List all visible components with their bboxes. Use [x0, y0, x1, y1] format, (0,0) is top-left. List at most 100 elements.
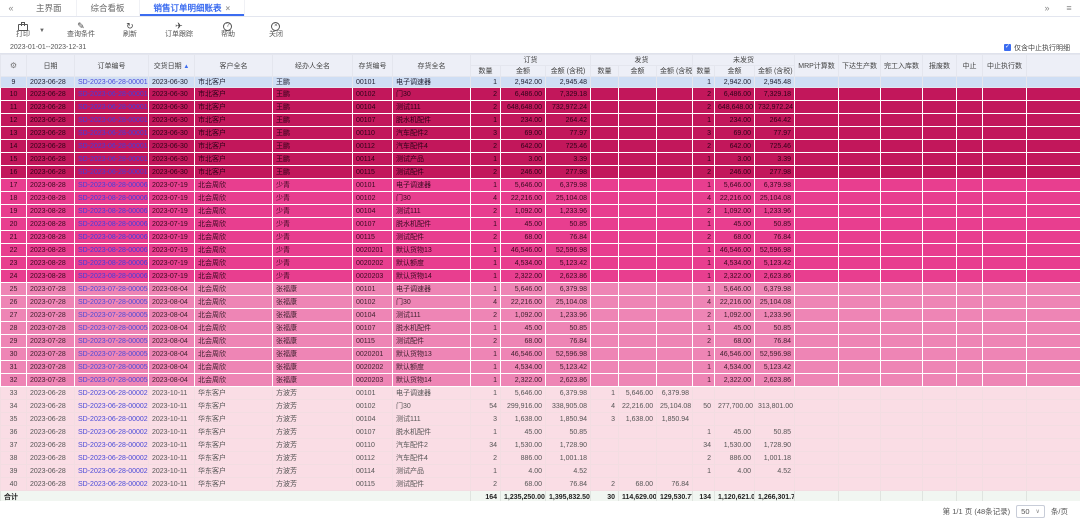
order-link[interactable]: SD-2023-07-28-00005	[78, 286, 148, 293]
table-row[interactable]: 382023-06-28SD-2023-06-28-000022023-10-1…	[1, 452, 1080, 465]
column-header-报废数[interactable]: 报废数	[923, 55, 957, 77]
order-link[interactable]: SD-2023-08-28-00006	[78, 208, 148, 215]
table-row[interactable]: 182023-08-28SD-2023-08-28-000062023-07-1…	[1, 192, 1080, 205]
table-row[interactable]: 92023-06-28SD-2023-06-28-000012023-06-30…	[1, 77, 1080, 88]
order-link[interactable]: SD-2023-06-28-00002	[78, 416, 148, 423]
table-row[interactable]: 142023-06-28SD-2023-06-28-000012023-06-3…	[1, 140, 1080, 153]
column-header-交货日期[interactable]: 交货日期 ▲	[149, 55, 195, 77]
print-dropdown-icon[interactable]: ▼	[39, 28, 45, 34]
table-row[interactable]: 172023-08-28SD-2023-08-28-000062023-07-1…	[1, 179, 1080, 192]
tab-list-menu-icon[interactable]: ≡	[1058, 0, 1080, 16]
table-row[interactable]: 232023-08-28SD-2023-08-28-000062023-07-1…	[1, 257, 1080, 270]
toolbar-button-send[interactable]: ✈订单跟踪	[165, 21, 193, 40]
table-row[interactable]: 292023-07-28SD-2023-07-28-000052023-08-0…	[1, 335, 1080, 348]
tab-2[interactable]: 综合看板	[77, 0, 140, 16]
table-row[interactable]: 112023-06-28SD-2023-06-28-000012023-06-3…	[1, 101, 1080, 114]
order-link[interactable]: SD-2023-08-28-00006	[78, 260, 148, 267]
column-header-中止执行数[interactable]: 中止执行数	[983, 55, 1027, 77]
collapse-tabs-icon[interactable]: «	[0, 0, 22, 16]
table-row[interactable]: 102023-06-28SD-2023-06-28-000012023-06-3…	[1, 88, 1080, 101]
tab-close-icon[interactable]: ×	[226, 4, 231, 13]
subcolumn-header-未发货-金额 (含税)[interactable]: 金额 (含税)	[755, 66, 795, 77]
subcolumn-header-订货-数量[interactable]: 数量	[471, 66, 501, 77]
table-row[interactable]: 312023-07-28SD-2023-07-28-000052023-08-0…	[1, 361, 1080, 374]
column-header-经办人全名[interactable]: 经办人全名	[273, 55, 353, 77]
table-row[interactable]: 332023-06-28SD-2023-06-28-000022023-10-1…	[1, 387, 1080, 400]
order-link[interactable]: SD-2023-06-28-00001	[78, 117, 148, 124]
subcolumn-header-未发货-数量[interactable]: 数量	[693, 66, 715, 77]
order-link[interactable]: SD-2023-07-28-00005	[78, 299, 148, 306]
order-link[interactable]: SD-2023-06-28-00002	[78, 481, 148, 488]
column-header-完工入库数[interactable]: 完工入库数	[881, 55, 923, 77]
order-link[interactable]: SD-2023-08-28-00006	[78, 182, 148, 189]
table-row[interactable]: 222023-08-28SD-2023-08-28-000062023-07-1…	[1, 244, 1080, 257]
sort-asc-icon[interactable]: ▲	[182, 64, 190, 70]
table-row[interactable]: 362023-06-28SD-2023-06-28-000022023-10-1…	[1, 426, 1080, 439]
subcolumn-header-发货-金额[interactable]: 金额	[619, 66, 657, 77]
order-link[interactable]: SD-2023-06-28-00001	[78, 156, 148, 163]
table-row[interactable]: 272023-07-28SD-2023-07-28-000052023-08-0…	[1, 309, 1080, 322]
order-link[interactable]: SD-2023-06-28-00002	[78, 390, 148, 397]
column-header-MRP计算数[interactable]: MRP计算数	[795, 55, 839, 77]
table-row[interactable]: 202023-08-28SD-2023-08-28-000062023-07-1…	[1, 218, 1080, 231]
order-link[interactable]: SD-2023-06-28-00001	[78, 104, 148, 111]
table-row[interactable]: 392023-06-28SD-2023-06-28-000022023-10-1…	[1, 465, 1080, 478]
order-link[interactable]: SD-2023-06-28-00001	[78, 143, 148, 150]
subcolumn-header-订货-金额 (含税)[interactable]: 金额 (含税)	[546, 66, 591, 77]
subcolumn-header-订货-金额[interactable]: 金额	[501, 66, 546, 77]
tab-3[interactable]: 销售订单明细账表×	[140, 0, 246, 16]
column-header-存货全名[interactable]: 存货全名	[393, 55, 471, 77]
order-link[interactable]: SD-2023-06-28-00001	[78, 79, 148, 86]
toolbar-button-refresh[interactable]: ↻刷新	[117, 21, 143, 40]
gear-icon[interactable]: ⚙	[10, 61, 17, 70]
table-row[interactable]: 192023-08-28SD-2023-08-28-000062023-07-1…	[1, 205, 1080, 218]
table-row[interactable]: 152023-06-28SD-2023-06-28-000012023-06-3…	[1, 153, 1080, 166]
table-row[interactable]: 262023-07-28SD-2023-07-28-000052023-08-0…	[1, 296, 1080, 309]
order-link[interactable]: SD-2023-06-28-00002	[78, 442, 148, 449]
column-header-存货编号[interactable]: 存货编号	[353, 55, 393, 77]
order-link[interactable]: SD-2023-07-28-00005	[78, 364, 148, 371]
toolbar-button-close[interactable]: ×关闭	[263, 22, 289, 40]
subcolumn-header-发货-数量[interactable]: 数量	[591, 66, 619, 77]
subcolumn-header-未发货-金额[interactable]: 金额	[715, 66, 755, 77]
order-link[interactable]: SD-2023-08-28-00006	[78, 234, 148, 241]
order-link[interactable]: SD-2023-06-28-00002	[78, 429, 148, 436]
include-aborted-checkbox[interactable]: ✓ 仅含中止执行明细	[1004, 43, 1070, 53]
table-row[interactable]: 372023-06-28SD-2023-06-28-000022023-10-1…	[1, 439, 1080, 452]
table-row[interactable]: 402023-06-28SD-2023-06-28-000022023-10-1…	[1, 478, 1080, 491]
order-link[interactable]: SD-2023-07-28-00005	[78, 377, 148, 384]
order-link[interactable]: SD-2023-06-28-00002	[78, 468, 148, 475]
table-row[interactable]: 352023-06-28SD-2023-06-28-000022023-10-1…	[1, 413, 1080, 426]
table-row[interactable]: 132023-06-28SD-2023-06-28-000012023-06-3…	[1, 127, 1080, 140]
table-row[interactable]: 242023-08-28SD-2023-08-28-000062023-07-1…	[1, 270, 1080, 283]
table-row[interactable]: 302023-07-28SD-2023-07-28-000052023-08-0…	[1, 348, 1080, 361]
table-row[interactable]: 122023-06-28SD-2023-06-28-000012023-06-3…	[1, 114, 1080, 127]
column-header-客户全名[interactable]: 客户全名	[195, 55, 273, 77]
toolbar-button-help[interactable]: ?帮助	[215, 22, 241, 40]
table-row[interactable]: 322023-07-28SD-2023-07-28-000052023-08-0…	[1, 374, 1080, 387]
table-row[interactable]: 212023-08-28SD-2023-08-28-000062023-07-1…	[1, 231, 1080, 244]
column-header-下达生产数[interactable]: 下达生产数	[839, 55, 881, 77]
table-row[interactable]: 252023-07-28SD-2023-07-28-000052023-08-0…	[1, 283, 1080, 296]
order-link[interactable]: SD-2023-06-28-00001	[78, 130, 148, 137]
order-link[interactable]: SD-2023-07-28-00005	[78, 338, 148, 345]
order-link[interactable]: SD-2023-07-28-00005	[78, 351, 148, 358]
page-size-select[interactable]: 50 ∨	[1016, 505, 1045, 518]
column-header-订单编号[interactable]: 订单编号	[75, 55, 149, 77]
order-link[interactable]: SD-2023-06-28-00001	[78, 169, 148, 176]
order-link[interactable]: SD-2023-06-28-00001	[78, 91, 148, 98]
order-link[interactable]: SD-2023-06-28-00002	[78, 403, 148, 410]
table-row[interactable]: 342023-06-28SD-2023-06-28-000022023-10-1…	[1, 400, 1080, 413]
order-link[interactable]: SD-2023-08-28-00006	[78, 247, 148, 254]
column-header-中止[interactable]: 中止	[957, 55, 983, 77]
order-link[interactable]: SD-2023-08-28-00006	[78, 195, 148, 202]
print-button[interactable]: 打印	[10, 22, 36, 40]
tab-1[interactable]: 主界面	[22, 0, 77, 16]
order-link[interactable]: SD-2023-07-28-00005	[78, 312, 148, 319]
table-row[interactable]: 162023-06-28SD-2023-06-28-000012023-06-3…	[1, 166, 1080, 179]
toolbar-button-query[interactable]: ✎查询条件	[67, 21, 95, 40]
table-row[interactable]: 282023-07-28SD-2023-07-28-000052023-08-0…	[1, 322, 1080, 335]
expand-tabs-icon[interactable]: »	[1036, 0, 1058, 16]
subcolumn-header-发货-金额 (含税)[interactable]: 金额 (含税)	[657, 66, 693, 77]
order-link[interactable]: SD-2023-08-28-00006	[78, 273, 148, 280]
